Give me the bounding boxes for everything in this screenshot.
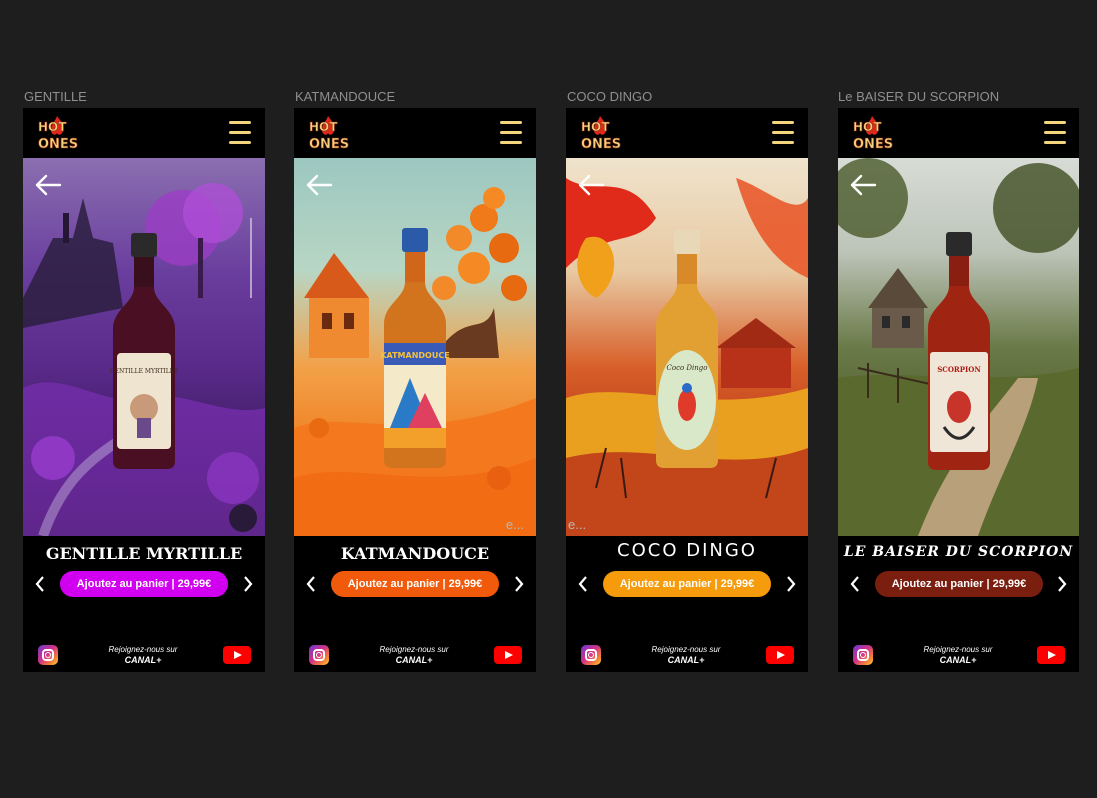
top-bar: HOT ONES [566,108,808,158]
add-to-cart-button[interactable]: Ajoutez au panier | 29,99€ [331,571,499,597]
hot-ones-logo[interactable]: HOT ONES [306,114,350,152]
product-nav: Ajoutez au panier | 29,99€ [294,570,536,598]
hamburger-menu-icon[interactable] [1044,121,1066,145]
product-title: GENTILLE MYRTILLE [45,544,243,563]
join-us-label: Rejoignez-nous sur CANAL+ [83,645,203,665]
youtube-icon[interactable] [766,646,794,664]
chevron-left-icon[interactable] [33,574,47,594]
bottle-label-text: KATMANDOUCE [380,351,449,360]
logo-text-hot: HOT [581,120,610,134]
hero-image: GENTILLE MYRTILLE [23,158,265,536]
join-text: Rejoignez-nous sur [379,645,449,654]
arrow-left-icon[interactable] [33,173,63,197]
chevron-right-icon[interactable] [512,574,526,594]
youtube-icon[interactable] [223,646,251,664]
join-text: Rejoignez-nous sur [923,645,993,654]
footer: Rejoignez-nous sur CANAL+ [294,643,536,667]
top-bar: HOT ONES [294,108,536,158]
youtube-icon[interactable] [1037,646,1065,664]
hot-ones-logo[interactable]: HOT ONES [850,114,894,152]
chevron-left-icon[interactable] [848,574,862,594]
product-title: KATMANDOUCE [340,544,490,563]
canal-plus-logo[interactable]: CANAL+ [83,655,203,665]
chevron-left-icon[interactable] [304,574,318,594]
hamburger-menu-icon[interactable] [229,121,251,145]
sauce-bottle: SCORPION [928,232,990,470]
bottle-label-text: GENTILLE MYRTILLE [110,368,178,375]
add-to-cart-button[interactable]: Ajoutez au panier | 29,99€ [875,571,1043,597]
join-text: Rejoignez-nous sur [651,645,721,654]
product-nav: Ajoutez au panier | 29,99€ [23,570,265,598]
logo-text-ones: ONES [38,137,78,152]
phone-frame-coco-dingo: HOT ONES Coco Dingo e... COCO DINGO Ajou… [566,108,808,672]
chevron-right-icon[interactable] [784,574,798,594]
join-us-label: Rejoignez-nous sur CANAL+ [354,645,474,665]
add-to-cart-button[interactable]: Ajoutez au panier | 29,99€ [60,571,228,597]
canal-plus-logo[interactable]: CANAL+ [354,655,474,665]
chevron-right-icon[interactable] [1055,574,1069,594]
hero-image: SCORPION [838,158,1079,536]
sauce-bottle: KATMANDOUCE [380,228,450,468]
top-bar: HOT ONES [838,108,1079,158]
frame-label-katmandouce: KATMANDOUCE [295,89,396,104]
frame-label-scorpion: Le BAISER DU SCORPION [838,89,1000,104]
arrow-left-icon[interactable] [848,173,878,197]
instagram-icon[interactable] [309,645,329,665]
product-title: COCO DINGO [617,540,757,561]
sauce-bottle: GENTILLE MYRTILLE [110,233,178,469]
hamburger-menu-icon[interactable] [772,121,794,145]
hero-image: KATMANDOUCE e... [294,158,536,536]
bottle-label-text: Coco Dingo [667,364,708,372]
canal-plus-logo[interactable]: CANAL+ [626,655,746,665]
hero-ellipsis: e... [568,517,587,532]
logo-text-ones: ONES [581,137,621,152]
hamburger-menu-icon[interactable] [500,121,522,145]
instagram-icon[interactable] [853,645,873,665]
canal-plus-logo[interactable]: CANAL+ [898,655,1018,665]
hero-ellipsis: e... [505,517,524,532]
top-bar: HOT ONES [23,108,265,158]
phone-frame-scorpion: HOT ONES SCORPION LE BAISER DU SCORPION … [838,108,1079,672]
sauce-bottle: Coco Dingo [656,230,718,468]
add-to-cart-button[interactable]: Ajoutez au panier | 29,99€ [603,571,771,597]
footer: Rejoignez-nous sur CANAL+ [23,643,265,667]
arrow-left-icon[interactable] [304,173,334,197]
chevron-left-icon[interactable] [576,574,590,594]
youtube-icon[interactable] [494,646,522,664]
hot-ones-logo[interactable]: HOT ONES [35,114,79,152]
join-us-label: Rejoignez-nous sur CANAL+ [626,645,746,665]
chevron-right-icon[interactable] [241,574,255,594]
bottle-label-text: SCORPION [937,365,981,374]
logo-text-ones: ONES [309,137,349,152]
hero-image: Coco Dingo e... [566,158,808,536]
join-us-label: Rejoignez-nous sur CANAL+ [898,645,1018,665]
footer: Rejoignez-nous sur CANAL+ [838,643,1079,667]
join-text: Rejoignez-nous sur [108,645,178,654]
frame-label-coco-dingo: COCO DINGO [567,89,653,104]
logo-text-ones: ONES [853,137,893,152]
phone-frame-katmandouce: HOT ONES KATMANDOUCE e... KATMANDOUCE Aj… [294,108,536,672]
arrow-left-icon[interactable] [576,173,606,197]
frame-label-gentille: GENTILLE [24,89,87,104]
logo-text-hot: HOT [853,120,882,134]
instagram-icon[interactable] [581,645,601,665]
product-nav: Ajoutez au panier | 29,99€ [838,570,1079,598]
product-nav: Ajoutez au panier | 29,99€ [566,570,808,598]
hot-ones-logo[interactable]: HOT ONES [578,114,622,152]
instagram-icon[interactable] [38,645,58,665]
logo-text-hot: HOT [38,120,67,134]
logo-text-hot: HOT [309,120,338,134]
product-title: LE BAISER DU SCORPION [843,544,1074,560]
footer: Rejoignez-nous sur CANAL+ [566,643,808,667]
phone-frame-gentille: HOT ONES GENTILLE MYRTILLE GENTILLE MYRT… [23,108,265,672]
